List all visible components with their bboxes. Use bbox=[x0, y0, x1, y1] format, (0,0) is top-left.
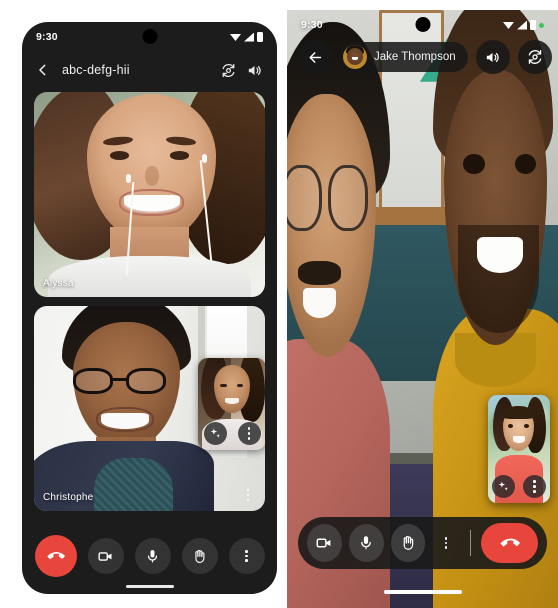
camera-button[interactable] bbox=[87, 538, 124, 574]
camera-active-dot-icon bbox=[539, 22, 544, 28]
home-indicator bbox=[125, 584, 174, 588]
microphone-button[interactable] bbox=[348, 524, 384, 562]
sparkle-effects-icon[interactable] bbox=[492, 475, 515, 498]
more-options-button[interactable] bbox=[432, 524, 459, 562]
raise-hand-button[interactable] bbox=[181, 538, 218, 574]
participant-grid: Alyssa Christophe bbox=[22, 88, 277, 511]
battery-icon bbox=[530, 20, 536, 30]
participant-name-label: Christophe bbox=[43, 492, 94, 503]
battery-icon bbox=[257, 32, 263, 42]
wifi-icon bbox=[503, 21, 514, 29]
participant-name-label: Alyssa bbox=[43, 278, 74, 289]
camera-button[interactable] bbox=[307, 524, 342, 562]
more-options-button[interactable] bbox=[228, 538, 265, 574]
right-status-bar: 9:30 bbox=[287, 10, 558, 40]
status-icons bbox=[230, 32, 263, 42]
raise-hand-button[interactable] bbox=[390, 524, 426, 562]
home-indicator bbox=[383, 590, 462, 594]
flip-camera-icon[interactable] bbox=[517, 40, 552, 74]
signal-icon bbox=[244, 32, 254, 42]
participant-tile-christophe[interactable]: Christophe bbox=[34, 306, 265, 511]
self-view-actions bbox=[488, 475, 550, 498]
end-call-button[interactable] bbox=[34, 535, 77, 577]
participant-name-label: Jake Thompson bbox=[374, 51, 456, 63]
left-call-header: abc-defg-hii bbox=[22, 52, 277, 88]
meeting-code-title: abc-defg-hii bbox=[62, 63, 130, 77]
self-view-actions bbox=[198, 422, 265, 445]
self-view-pip[interactable] bbox=[198, 358, 265, 450]
screenshot-canvas: 9:30 abc-defg-hii Alyssa Christophe 9:30… bbox=[0, 0, 558, 608]
participant-name-chip[interactable]: Jake Thompson bbox=[340, 42, 468, 72]
phone-left-grid-view: 9:30 abc-defg-hii Alyssa Christophe bbox=[22, 22, 277, 594]
avatar bbox=[343, 45, 367, 69]
wifi-icon bbox=[230, 33, 241, 41]
status-time: 9:30 bbox=[301, 19, 323, 31]
speaker-icon[interactable] bbox=[475, 40, 510, 74]
video-feed-alyssa bbox=[34, 92, 265, 297]
self-view-more-icon[interactable] bbox=[523, 475, 546, 498]
microphone-button[interactable] bbox=[134, 538, 171, 574]
participant-tile-alyssa[interactable]: Alyssa bbox=[34, 92, 265, 297]
flip-camera-icon[interactable] bbox=[215, 57, 241, 83]
right-call-controls bbox=[298, 517, 547, 569]
right-call-header: Jake Thompson bbox=[287, 40, 558, 74]
phone-right-fullscreen-view: 9:30 Jake Thompson bbox=[287, 10, 558, 608]
left-status-bar: 9:30 bbox=[22, 22, 277, 52]
end-call-button[interactable] bbox=[481, 523, 538, 563]
self-view-pip[interactable] bbox=[488, 395, 550, 503]
signal-icon bbox=[517, 20, 527, 30]
self-view-more-icon[interactable] bbox=[237, 422, 261, 445]
status-time: 9:30 bbox=[36, 31, 58, 43]
status-icons bbox=[503, 20, 544, 30]
front-camera-cutout bbox=[415, 17, 430, 32]
speaker-icon[interactable] bbox=[241, 57, 267, 83]
controls-divider bbox=[469, 530, 472, 556]
back-arrow-icon[interactable] bbox=[30, 57, 56, 83]
tile-more-icon[interactable] bbox=[241, 487, 255, 503]
front-camera-cutout bbox=[142, 29, 157, 44]
sparkle-effects-icon[interactable] bbox=[203, 422, 227, 445]
back-arrow-icon[interactable] bbox=[298, 40, 332, 74]
